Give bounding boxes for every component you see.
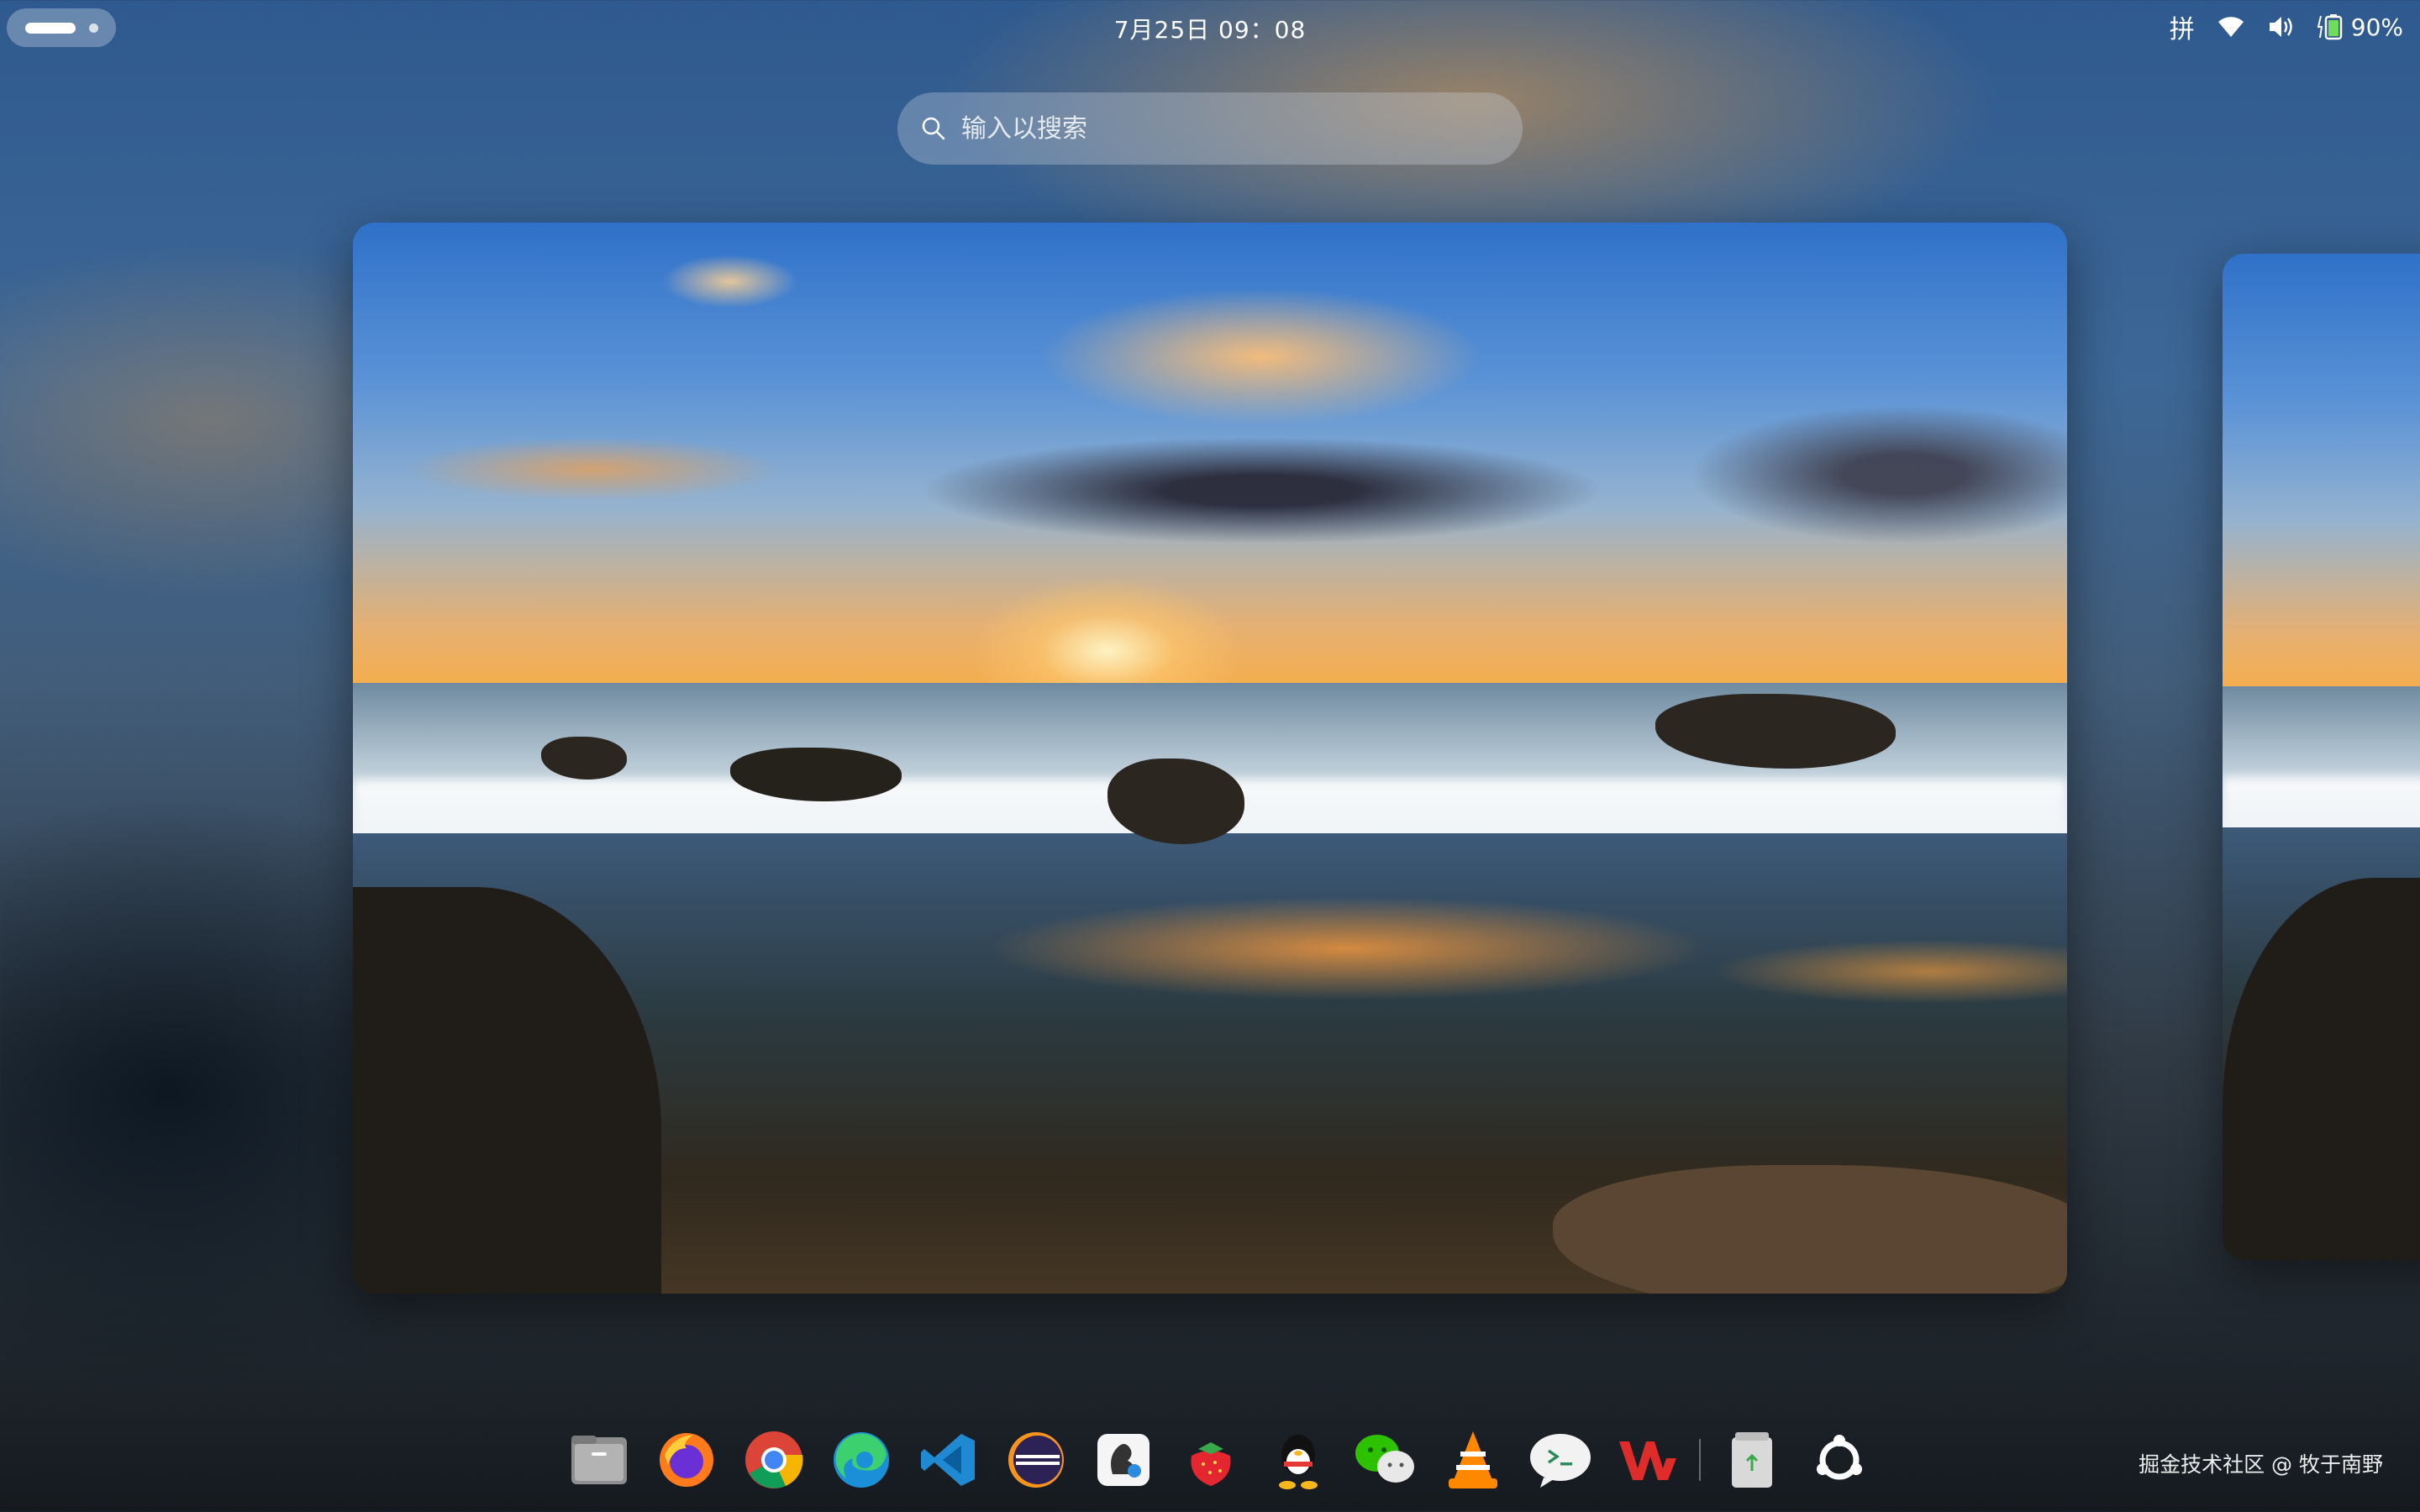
dock-item-firefox[interactable] <box>650 1424 723 1496</box>
search-bar[interactable] <box>897 92 1523 165</box>
clock[interactable]: 7月25日 09：08 <box>1042 12 1378 45</box>
chrome-icon <box>745 1431 803 1488</box>
dock-item-squirrel[interactable] <box>1087 1424 1160 1496</box>
dock-item-qq[interactable] <box>1262 1424 1334 1496</box>
squirrel-icon <box>1097 1434 1150 1486</box>
strawberry-icon <box>1191 1442 1231 1486</box>
dock-item-vscode[interactable] <box>913 1424 985 1496</box>
ubuntu-apps-icon <box>1817 1435 1862 1480</box>
dock-item-show-apps[interactable] <box>1803 1424 1876 1496</box>
edge-icon <box>834 1432 889 1488</box>
workspace-indicator-active <box>25 23 76 34</box>
vlc-icon <box>1449 1431 1497 1488</box>
workspace-thumbnail-next[interactable] <box>2223 254 2420 1260</box>
dock-item-chrome[interactable] <box>738 1424 810 1496</box>
system-tray[interactable]: 拼 90% <box>2170 8 2403 45</box>
wallpaper-seascape-next <box>2223 254 2420 1260</box>
dock-separator <box>1699 1439 1701 1481</box>
terminal-icon <box>1530 1434 1591 1488</box>
dock <box>563 1424 1876 1496</box>
dock-item-terminal[interactable] <box>1524 1424 1597 1496</box>
dock-item-wechat[interactable] <box>1349 1424 1422 1496</box>
volume-icon <box>2269 17 2292 37</box>
wifi-icon <box>2217 17 2244 37</box>
top-bar: 7月25日 09：08 拼 90% <box>0 0 2420 54</box>
watermark: 掘金技术社区 @ 牧于南野 <box>2139 1452 2383 1477</box>
battery-percent: 90% <box>2350 13 2403 41</box>
battery-icon <box>2317 14 2343 40</box>
firefox-icon <box>660 1433 713 1487</box>
ime-indicator[interactable]: 拼 <box>2170 8 2195 45</box>
qq-icon <box>1279 1435 1318 1489</box>
wallpaper-seascape <box>353 223 2067 1294</box>
battery-status[interactable]: 90% <box>2317 13 2403 41</box>
wps-icon <box>1619 1441 1676 1480</box>
trash-icon <box>1732 1432 1772 1488</box>
search-input[interactable] <box>961 113 1465 144</box>
files-icon <box>571 1436 627 1484</box>
dock-item-wps[interactable] <box>1612 1424 1684 1496</box>
dock-item-eclipse[interactable] <box>1000 1424 1072 1496</box>
dock-item-strawberry[interactable] <box>1175 1424 1247 1496</box>
dock-item-trash[interactable] <box>1716 1424 1788 1496</box>
wechat-icon <box>1355 1435 1414 1483</box>
search-icon <box>922 117 945 140</box>
dock-item-vlc[interactable] <box>1437 1424 1509 1496</box>
workspace-thumbnail-current[interactable] <box>353 223 2067 1294</box>
activities-button[interactable] <box>7 8 116 47</box>
dock-item-edge[interactable] <box>825 1424 897 1496</box>
workspace-indicator-inactive <box>89 24 98 33</box>
vscode-icon <box>921 1434 975 1486</box>
dock-item-files[interactable] <box>563 1424 635 1496</box>
eclipse-icon <box>1008 1432 1064 1488</box>
